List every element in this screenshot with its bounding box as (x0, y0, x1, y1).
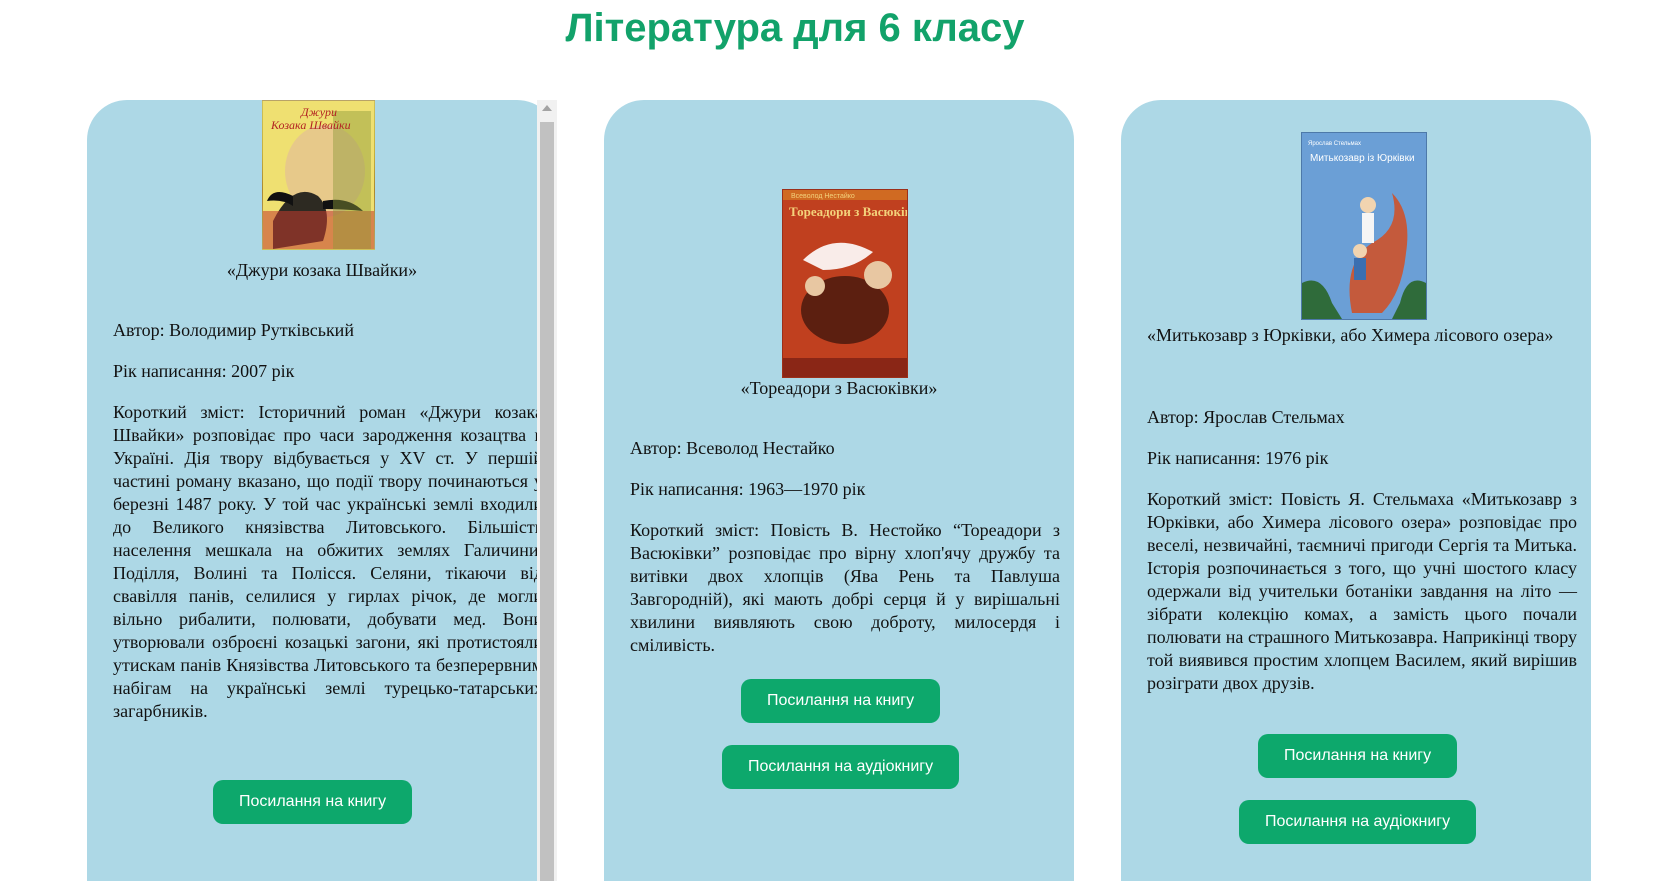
cover-illustration-icon: Джури Козака Швайки (263, 101, 374, 249)
book-title: «Джури козака Швайки» (226, 260, 418, 280)
book-title: «Митькозавр з Юрківки, або Химера лісово… (1147, 325, 1554, 345)
book-author: Автор: Ярослав Стельмах (1147, 407, 1345, 427)
cover-illustration-icon: Всеволод Нестайко Тореадори з Васюківки (783, 190, 907, 377)
book-card-3: Ярослав Стельмах Митькозавр із Юрківки «… (1121, 100, 1591, 881)
book-cover-image: Всеволод Нестайко Тореадори з Васюківки (782, 189, 908, 378)
book-author: Автор: Володимир Рутківський (113, 320, 354, 340)
svg-text:Тореадори з Васюківки: Тореадори з Васюківки (789, 204, 907, 219)
book-card-1: Джури Козака Швайки «Джури козака Швайки… (87, 100, 557, 881)
book-link-button[interactable]: Посилання на книгу (1258, 734, 1458, 778)
book-summary: Короткий зміст: Історичний роман «Джури … (113, 402, 543, 721)
book-link-button[interactable]: Посилання на книгу (213, 780, 413, 824)
book-author: Автор: Всеволод Нестайко (630, 438, 835, 458)
book-card-2: Всеволод Нестайко Тореадори з Васюківки … (604, 100, 1074, 881)
scroll-up-arrow-icon[interactable] (542, 105, 552, 111)
book-year: Рік написання: 2007 рік (113, 361, 295, 381)
card-scrollbar[interactable] (537, 100, 557, 881)
book-title: «Тореадори з Васюківки» (740, 378, 938, 398)
cover-illustration-icon: Ярослав Стельмах Митькозавр із Юрківки (1302, 133, 1426, 319)
audiobook-link-button[interactable]: Посилання на аудіокнигу (722, 745, 960, 789)
svg-text:Джури: Джури (300, 105, 337, 119)
svg-text:Козака Швайки: Козака Швайки (270, 118, 351, 132)
book-year: Рік написання: 1963—1970 рік (630, 479, 866, 499)
book-link-button[interactable]: Посилання на книгу (741, 679, 941, 723)
page: Література для 6 класу Джури Козака Швай… (0, 0, 1653, 881)
book-cover-image: Джури Козака Швайки (262, 100, 375, 250)
book-summary: Короткий зміст: Повість В. Нестойко “Тор… (630, 520, 1060, 655)
scroll-thumb[interactable] (540, 122, 554, 881)
svg-text:Митькозавр із Юрківки: Митькозавр із Юрківки (1310, 153, 1415, 164)
book-cover-image: Ярослав Стельмах Митькозавр із Юрківки (1301, 132, 1427, 320)
book-summary: Короткий зміст: Повість Я. Стельмаха «Ми… (1147, 489, 1577, 693)
svg-text:Всеволод Нестайко: Всеволод Нестайко (791, 192, 855, 200)
audiobook-link-button[interactable]: Посилання на аудіокнигу (1239, 800, 1477, 844)
book-year: Рік написання: 1976 рік (1147, 448, 1329, 468)
svg-text:Ярослав Стельмах: Ярослав Стельмах (1308, 141, 1361, 147)
page-title: Література для 6 класу (565, 6, 1025, 50)
